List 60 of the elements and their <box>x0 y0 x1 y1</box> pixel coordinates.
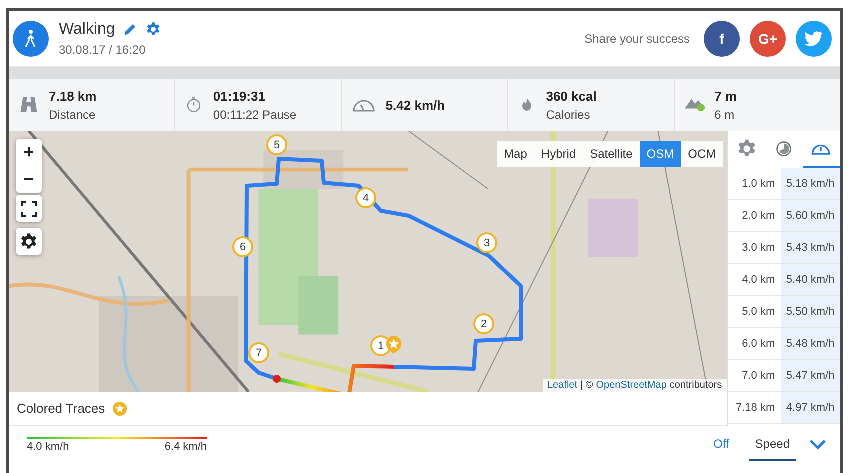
openstreetmap-link[interactable]: OpenStreetMap <box>596 380 667 392</box>
stopwatch-icon <box>185 96 204 114</box>
stat-value: 01:19:31 <box>213 88 266 104</box>
settings-icon <box>20 232 38 250</box>
distance-cell-text: 1.0 km <box>741 176 776 192</box>
stat-value: 5.42 km/h <box>386 98 446 112</box>
activity-title: Walking <box>59 20 116 38</box>
speed-cell: 5.43 km/h <box>781 232 840 263</box>
google-plus-button[interactable]: G+ <box>750 20 786 56</box>
map-layer-tab[interactable]: OCM <box>681 141 724 167</box>
colored-traces-title: Colored Traces <box>17 401 106 416</box>
star-marker-icon <box>386 336 402 354</box>
map-settings-button[interactable] <box>16 228 42 255</box>
attribution-text: contributors <box>670 380 722 392</box>
settings-icon <box>736 138 757 158</box>
fullscreen-button[interactable] <box>16 195 42 222</box>
bird-icon <box>805 30 823 46</box>
road-icon <box>19 95 39 115</box>
stat-label: 00:11:22 Pause <box>213 108 297 122</box>
legend-min-label: 4.0 km/h <box>27 440 70 452</box>
fullscreen-icon <box>21 200 37 216</box>
zoom-out-button[interactable]: − <box>16 166 42 193</box>
settings-icon <box>146 22 162 37</box>
chevron-down-icon[interactable] <box>810 440 826 450</box>
facebook-button[interactable]: f <box>704 20 740 56</box>
speed-cell: 5.50 km/h <box>781 296 840 327</box>
stat-label: Distance <box>49 108 97 122</box>
speed-cell: 5.47 km/h <box>781 360 840 391</box>
legend-max-label: 6.4 km/h <box>164 440 207 452</box>
pie-chart-icon <box>775 140 794 158</box>
speed-cell: 5.18 km/h <box>781 168 840 199</box>
stat-value: 7.18 km <box>49 88 97 104</box>
share-label: Share your success <box>584 32 690 46</box>
leaflet-link[interactable]: Leaflet <box>548 380 578 392</box>
activity-date: 30.08.17 / 16:20 <box>59 42 147 56</box>
map-layer-tab[interactable]: OSM <box>640 141 682 167</box>
speed-cell: 4.97 km/h <box>781 392 840 423</box>
attribution-separator: | © <box>580 380 594 392</box>
stat-value: 360 kcal <box>546 88 597 104</box>
stat-value: 7 m <box>714 88 738 104</box>
zoom-in-button[interactable]: + <box>16 139 42 166</box>
distance-cell-text: 6.0 km <box>741 336 776 352</box>
map-layer-tab[interactable]: Satellite <box>583 141 640 167</box>
distance-cell-text: 4.0 km <box>741 272 776 288</box>
walking-avatar-icon <box>13 20 49 56</box>
twitter-button[interactable] <box>796 20 832 56</box>
distance-cell-text: 7.18 km <box>735 400 776 416</box>
map-layer-tab[interactable]: Hybrid <box>534 141 584 167</box>
distance-cell-text: 3.0 km <box>741 240 776 256</box>
distance-cell-text: 2.0 km <box>741 208 776 224</box>
distance-cell-text: 7.0 km <box>741 368 776 384</box>
map-layer-tab[interactable]: Map <box>497 141 534 167</box>
star-badge-icon <box>113 402 128 416</box>
speed-cell: 5.40 km/h <box>781 264 840 295</box>
pencil-icon <box>123 22 138 37</box>
speed-cell: 5.48 km/h <box>781 328 840 359</box>
stat-label: Calories <box>546 108 592 122</box>
stat-label: 6 m <box>714 108 736 122</box>
speed-cell: 5.60 km/h <box>781 200 840 231</box>
distance-cell-text: 5.0 km <box>741 304 776 320</box>
